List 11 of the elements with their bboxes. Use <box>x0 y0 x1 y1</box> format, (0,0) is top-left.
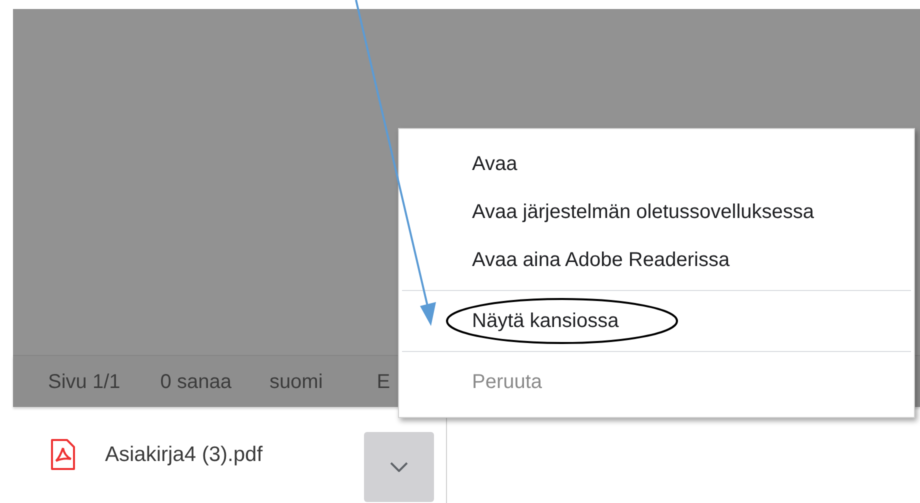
file-name[interactable]: Asiakirja4 (3).pdf <box>105 439 263 471</box>
chevron-down-icon <box>390 462 408 472</box>
status-text: Sivu 1/1 <box>48 370 120 394</box>
status-text: 0 sanaa <box>160 370 232 394</box>
menu-item[interactable]: Avaa <box>472 149 518 179</box>
status-text: suomi <box>269 370 323 394</box>
pdf-file-icon <box>50 439 76 471</box>
dropdown-button[interactable] <box>364 432 434 502</box>
menu-item[interactable]: Avaa aina Adobe Readerissa <box>472 245 730 275</box>
menu-item[interactable]: Avaa järjestelmän oletussovelluksessa <box>472 197 814 227</box>
status-text: E <box>376 370 390 394</box>
